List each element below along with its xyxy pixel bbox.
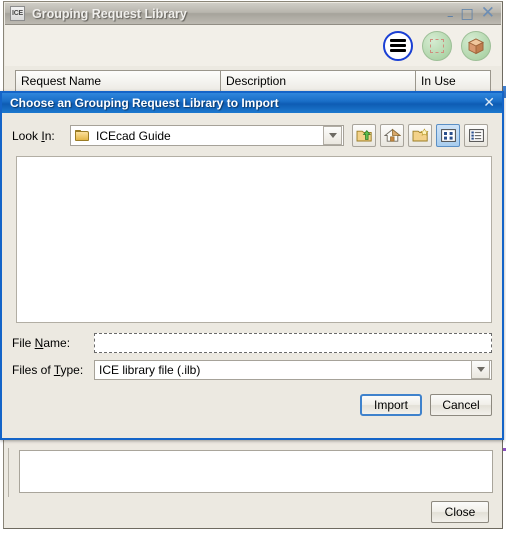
folder-up-icon [356, 129, 372, 142]
import-library-dialog: Choose an Grouping Request Library to Im… [0, 91, 504, 440]
cancel-button[interactable]: Cancel [430, 394, 492, 416]
up-one-level-button[interactable] [352, 124, 376, 147]
new-folder-icon [412, 128, 429, 142]
home-button[interactable] [380, 124, 404, 147]
dialog-titlebar[interactable]: Choose an Grouping Request Library to Im… [2, 93, 502, 113]
chevron-down-icon [328, 133, 337, 138]
dashed-square-icon [430, 38, 444, 53]
request-table-header: Request Name Description In Use [15, 70, 491, 92]
main-window-titlebar[interactable]: ICE Grouping Request Library – □ ✕ [5, 3, 501, 25]
dialog-action-buttons: Import Cancel [360, 394, 492, 416]
close-icon[interactable]: ✕ [481, 5, 495, 22]
table-column-in-use[interactable]: In Use [416, 71, 490, 91]
cube-icon [467, 37, 485, 54]
look-in-combobox[interactable]: ICEcad Guide [70, 125, 344, 146]
table-column-description[interactable]: Description [221, 71, 416, 91]
create-new-folder-button[interactable] [408, 124, 432, 147]
minimize-icon[interactable]: – [447, 10, 454, 23]
dialog-title: Choose an Grouping Request Library to Im… [10, 96, 279, 110]
file-name-label: File Name: [12, 335, 71, 350]
file-name-row: File Name: [12, 332, 494, 353]
menu-button[interactable] [383, 30, 413, 61]
files-of-type-row: Files of Type: ICE library file (.ilb) [12, 359, 494, 380]
dialog-body: Look In: ICEcad Guide File Name: Files o… [2, 113, 502, 440]
lower-detail-panel [19, 450, 493, 493]
files-of-type-value: ICE library file (.ilb) [99, 362, 201, 377]
app-icon: ICE [10, 6, 25, 21]
maximize-icon[interactable]: □ [461, 7, 474, 21]
folder-icon [75, 129, 90, 142]
home-icon [383, 128, 401, 142]
close-button[interactable]: Close [431, 501, 489, 523]
table-column-request-name[interactable]: Request Name [16, 71, 221, 91]
look-in-row: Look In: ICEcad Guide [12, 124, 494, 147]
dialog-close-icon[interactable]: ✕ [480, 96, 498, 110]
import-button[interactable]: Import [360, 394, 422, 416]
details-view-button[interactable] [464, 124, 488, 147]
chevron-down-icon [476, 367, 485, 372]
main-window-title: Grouping Request Library [32, 6, 187, 21]
marquee-select-button[interactable] [422, 30, 452, 61]
look-in-dropdown-button[interactable] [323, 126, 342, 145]
files-of-type-dropdown-button[interactable] [471, 360, 490, 379]
list-view-button[interactable] [436, 124, 460, 147]
files-of-type-combobox[interactable]: ICE library file (.ilb) [94, 359, 492, 380]
look-in-value: ICEcad Guide [96, 128, 171, 143]
main-window-toolbar [5, 25, 501, 66]
box-3d-button[interactable] [461, 30, 491, 61]
window-controls: – □ ✕ [447, 5, 501, 24]
details-view-icon [468, 129, 484, 142]
file-list-panel[interactable] [16, 156, 492, 323]
hamburger-menu-icon [390, 36, 406, 54]
list-view-icon [440, 129, 456, 142]
dialog-toolbar [352, 124, 488, 147]
look-in-label: Look In: [12, 128, 55, 143]
files-of-type-label: Files of Type: [12, 362, 84, 377]
file-name-input[interactable] [94, 332, 492, 353]
